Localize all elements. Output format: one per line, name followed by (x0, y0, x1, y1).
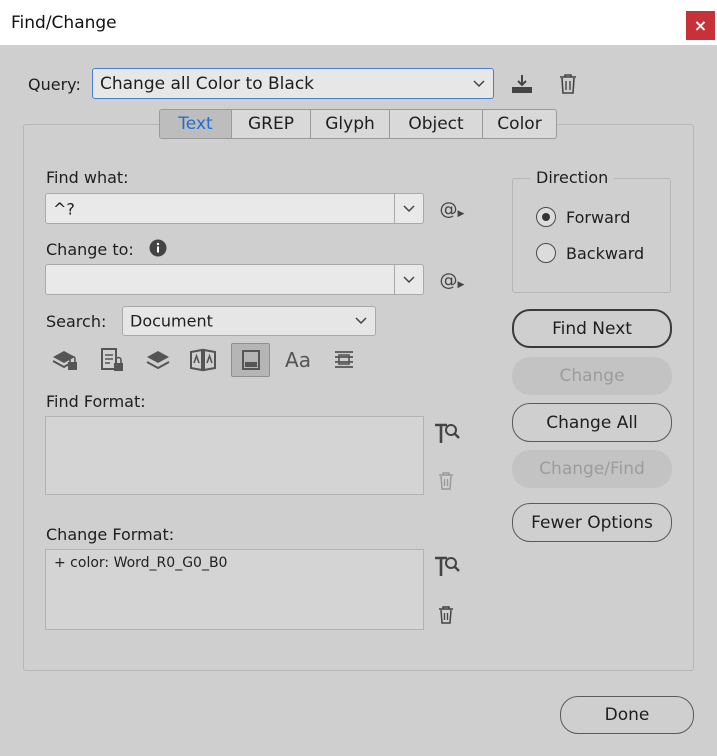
query-value: Change all Color to Black (100, 73, 315, 94)
change-to-input[interactable] (45, 264, 424, 295)
chevron-down-icon[interactable] (395, 194, 423, 223)
tab-object[interactable]: Object (390, 110, 483, 138)
chevron-down-icon (347, 307, 375, 335)
fewer-options-button[interactable]: Fewer Options (512, 503, 672, 542)
include-locked-layers-icon[interactable] (50, 345, 80, 375)
radio-forward-indicator[interactable] (536, 207, 556, 227)
include-locked-stories-icon[interactable] (97, 345, 127, 375)
query-label: Query: (28, 75, 81, 94)
find-what-value: ^? (53, 199, 75, 218)
tab-grep[interactable]: GREP (232, 110, 311, 138)
change-format-label: Change Format: (46, 525, 175, 544)
include-hidden-layers-icon[interactable] (143, 345, 173, 375)
find-next-button[interactable]: Find Next (512, 309, 672, 348)
radio-backward-indicator[interactable] (536, 243, 556, 263)
query-select[interactable]: Change all Color to Black (92, 68, 494, 99)
chevron-down-icon (465, 69, 493, 98)
close-button[interactable]: × (686, 11, 715, 40)
search-scope-value: Document (130, 311, 213, 331)
find-what-input[interactable]: ^? (45, 193, 424, 224)
tab-text[interactable]: Text (160, 110, 232, 138)
change-find-button[interactable]: Change/Find (512, 450, 672, 488)
special-characters-change-icon[interactable]: @ ▶ (437, 267, 467, 293)
delete-query-icon[interactable] (555, 71, 581, 97)
special-characters-find-icon[interactable]: @ ▶ (437, 196, 467, 222)
window-title: Find/Change (11, 13, 117, 33)
specify-change-format-icon[interactable] (432, 553, 462, 579)
clear-change-format-icon[interactable] (436, 603, 456, 627)
chevron-down-icon[interactable] (395, 265, 423, 294)
include-master-pages-icon[interactable] (188, 345, 218, 375)
search-scope-select[interactable]: Document (122, 306, 376, 336)
find-format-label: Find Format: (46, 392, 146, 411)
search-label: Search: (46, 312, 107, 331)
find-format-box[interactable] (45, 416, 424, 495)
tab-glyph[interactable]: Glyph (311, 110, 390, 138)
radio-backward[interactable]: Backward (536, 243, 644, 263)
change-all-button[interactable]: Change All (512, 403, 672, 442)
specify-find-format-icon[interactable] (432, 420, 462, 446)
save-query-icon[interactable] (508, 71, 536, 97)
change-format-box[interactable]: + color: Word_R0_G0_B0 (45, 549, 424, 630)
direction-group (512, 178, 671, 293)
include-footnotes-icon[interactable] (231, 343, 270, 377)
info-icon (148, 238, 168, 258)
clear-find-format-icon[interactable] (436, 469, 456, 493)
case-sensitive-icon[interactable]: Aa (282, 345, 314, 375)
find-what-label: Find what: (46, 168, 129, 187)
radio-forward[interactable]: Forward (536, 207, 630, 227)
change-button[interactable]: Change (512, 357, 672, 395)
tab-bar: Text GREP Glyph Object Color (159, 109, 557, 139)
tab-color[interactable]: Color (483, 110, 556, 138)
whole-word-icon[interactable] (329, 345, 359, 375)
direction-label: Direction (530, 168, 615, 187)
change-format-value: + color: Word_R0_G0_B0 (54, 555, 228, 571)
change-to-label: Change to: (46, 240, 134, 259)
done-button[interactable]: Done (560, 696, 694, 734)
